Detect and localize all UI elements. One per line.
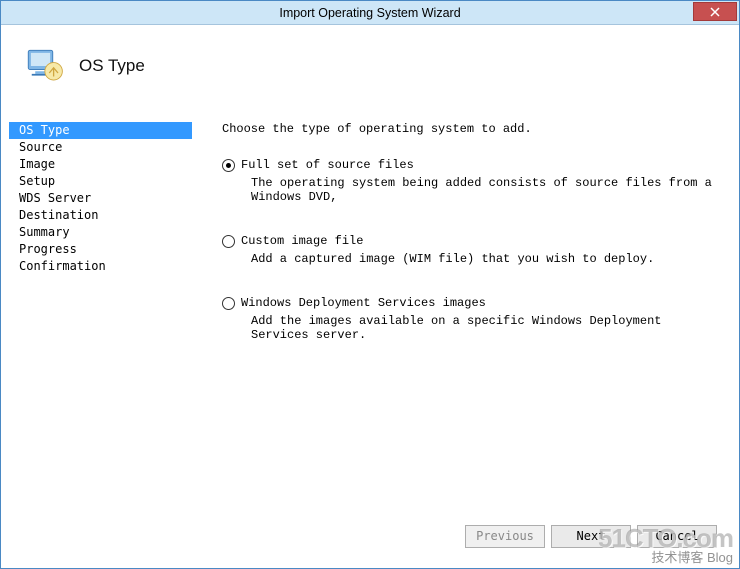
sidebar-item-source[interactable]: Source xyxy=(9,139,192,156)
sidebar-item-os-type[interactable]: OS Type xyxy=(9,122,192,139)
option-wds-images[interactable]: Windows Deployment Services images Add t… xyxy=(222,296,719,342)
wizard-steps-sidebar: OS Type Source Image Setup WDS Server De… xyxy=(9,112,192,372)
option-custom-image[interactable]: Custom image file Add a captured image (… xyxy=(222,234,719,266)
option-description: Add the images available on a specific W… xyxy=(241,314,719,342)
sidebar-item-setup[interactable]: Setup xyxy=(9,173,192,190)
page-title: OS Type xyxy=(79,56,145,76)
close-icon xyxy=(710,7,720,17)
button-row: Previous Next Cancel xyxy=(465,525,717,548)
wizard-icon xyxy=(23,45,65,87)
option-description: Add a captured image (WIM file) that you… xyxy=(241,252,719,266)
instruction-text: Choose the type of operating system to a… xyxy=(222,122,719,136)
option-full-source[interactable]: Full set of source files The operating s… xyxy=(222,158,719,204)
sidebar-item-destination[interactable]: Destination xyxy=(9,207,192,224)
sidebar-item-wds-server[interactable]: WDS Server xyxy=(9,190,192,207)
radio-wds-images[interactable] xyxy=(222,297,235,310)
titlebar: Import Operating System Wizard xyxy=(1,1,739,25)
cancel-button[interactable]: Cancel xyxy=(637,525,717,548)
sidebar-item-image[interactable]: Image xyxy=(9,156,192,173)
radio-full-source[interactable] xyxy=(222,159,235,172)
sidebar-item-progress[interactable]: Progress xyxy=(9,241,192,258)
window-title: Import Operating System Wizard xyxy=(1,6,739,20)
close-button[interactable] xyxy=(693,2,737,21)
option-label: Custom image file xyxy=(241,234,719,248)
option-label: Full set of source files xyxy=(241,158,719,172)
option-description: The operating system being added consist… xyxy=(241,176,719,204)
header: OS Type xyxy=(1,25,739,102)
sidebar-item-confirmation[interactable]: Confirmation xyxy=(9,258,192,275)
main-panel: Choose the type of operating system to a… xyxy=(192,112,727,372)
next-button[interactable]: Next xyxy=(551,525,631,548)
radio-custom-image[interactable] xyxy=(222,235,235,248)
previous-button: Previous xyxy=(465,525,545,548)
option-label: Windows Deployment Services images xyxy=(241,296,719,310)
sidebar-item-summary[interactable]: Summary xyxy=(9,224,192,241)
